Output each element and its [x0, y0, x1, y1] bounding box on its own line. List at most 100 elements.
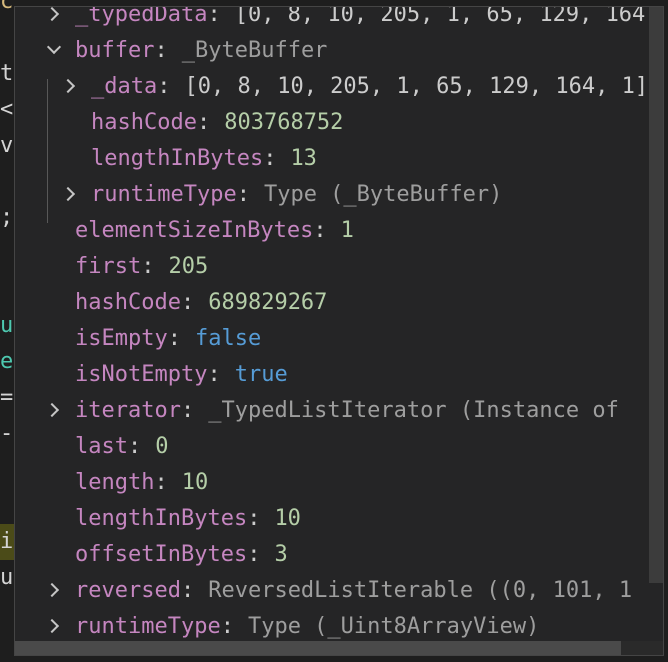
variable-row-typeddata[interactable]: _typedData: [0, 8, 10, 205, 1, 65, 129, 1… — [15, 6, 663, 33]
editor-background-right — [664, 0, 668, 662]
variable-value: [0, 8, 10, 205, 1, 65, 129, 164, 1] — [184, 74, 649, 99]
chevron-right-icon[interactable] — [44, 618, 60, 634]
editor-line-fragment: i — [0, 524, 14, 560]
variable-row-data[interactable]: _data: [0, 8, 10, 205, 1, 65, 129, 164, 1… — [15, 69, 663, 105]
variable-value: ReversedListIterable ((0, 101, 1 — [208, 578, 633, 603]
editor-line-fragment: < — [0, 97, 14, 122]
variable-entry: offsetInBytes: 3 — [75, 537, 288, 573]
separator: : — [196, 110, 211, 135]
variable-entry: hashCode: 689829267 — [75, 285, 327, 321]
editor-line-fragment: - — [0, 421, 14, 446]
separator: : — [247, 506, 261, 531]
variable-entry: isNotEmpty: true — [75, 357, 288, 393]
variable-entry: iterator: _TypedListIterator (Instance of — [75, 393, 619, 429]
separator: : — [207, 362, 221, 387]
separator: : — [141, 254, 155, 279]
variable-name: reversed — [75, 578, 181, 603]
separator: : — [220, 614, 234, 639]
variable-row-buffer[interactable]: buffer: _ByteBuffer — [15, 33, 663, 69]
editor-line-fragment: t — [0, 61, 14, 86]
variable-value: 205 — [168, 254, 209, 279]
variable-value: 0 — [155, 434, 169, 459]
variable-value: 13 — [290, 146, 317, 171]
variable-name: elementSizeInBytes — [75, 218, 314, 243]
editor-line-fragment — [0, 236, 14, 272]
variable-entry: runtimeType: Type (_Uint8ArrayView) — [75, 609, 539, 645]
variable-row-isempty: isEmpty: false — [15, 321, 663, 357]
editor-line-fragment: u — [0, 565, 14, 590]
variable-value: 803768752 — [224, 110, 344, 135]
variable-row-hashcode: hashCode: 803768752 — [15, 105, 663, 141]
variable-value: 10 — [181, 470, 209, 495]
separator: : — [247, 542, 261, 567]
separator: : — [167, 326, 181, 351]
editor-line-fragment: e — [0, 349, 14, 374]
variable-row-last: last: 0 — [15, 429, 663, 465]
chevron-right-icon[interactable] — [44, 7, 60, 22]
variable-entry: length: 10 — [75, 465, 208, 501]
variable-row-iterator[interactable]: iterator: _TypedListIterator (Instance of — [15, 393, 663, 429]
chevron-right-icon[interactable] — [60, 78, 76, 94]
variable-row-isnotempty: isNotEmpty: true — [15, 357, 663, 393]
variable-row-first: first: 205 — [15, 249, 663, 285]
editor-line-fragment: u — [0, 313, 14, 338]
editor-line-fragment: ; — [0, 205, 14, 230]
variable-entry: lengthInBytes: 13 — [91, 141, 317, 177]
variable-entry: first: 205 — [75, 249, 208, 285]
horizontal-scrollbar-track[interactable] — [15, 641, 663, 655]
variable-entry: hashCode: 803768752 — [91, 105, 343, 141]
variable-entry: _typedData: [0, 8, 10, 205, 1, 65, 129, 1… — [75, 6, 663, 33]
variable-name: _data — [91, 74, 158, 99]
variable-row-length: length: 10 — [15, 465, 663, 501]
variable-name: first — [75, 254, 142, 279]
variable-row-elementsizeinbytes: elementSizeInBytes: 1 — [15, 213, 663, 249]
vertical-scrollbar[interactable] — [649, 7, 663, 583]
chevron-right-icon[interactable] — [44, 402, 60, 418]
horizontal-scrollbar-thumb[interactable] — [15, 641, 621, 655]
variable-name: runtimeType — [91, 182, 237, 207]
variable-value: false — [194, 326, 262, 351]
variable-entry: isEmpty: false — [75, 321, 261, 357]
variable-name: hashCode — [91, 110, 197, 135]
variable-name: hashCode — [75, 290, 181, 315]
chevron-right-icon[interactable] — [44, 582, 60, 598]
separator: : — [154, 470, 168, 495]
debug-hover-widget[interactable]: _typedData: [0, 8, 10, 205, 1, 65, 129, 1… — [14, 6, 664, 656]
variable-entry: lengthInBytes: 10 — [75, 501, 301, 537]
editor-line-fragment — [0, 20, 14, 56]
variable-name: lengthInBytes — [91, 146, 264, 171]
variable-name: lengthInBytes — [75, 506, 248, 531]
variable-name: last — [75, 434, 128, 459]
separator: : — [154, 38, 168, 63]
variable-value: _ByteBuffer — [181, 38, 328, 63]
variable-row-reversed[interactable]: reversed: ReversedListIterable ((0, 101, … — [15, 573, 663, 609]
variable-row-runtimetype[interactable]: runtimeType: Type (_ByteBuffer) — [15, 177, 663, 213]
variable-value: Type (_ByteBuffer) — [263, 182, 503, 207]
chevron-right-icon[interactable] — [60, 186, 76, 202]
chevron-down-icon[interactable] — [46, 39, 62, 55]
editor-line-fragment — [0, 272, 14, 308]
separator: : — [236, 182, 250, 207]
variable-row-runtimetype[interactable]: runtimeType: Type (_Uint8ArrayView) — [15, 609, 663, 645]
separator: : — [313, 218, 327, 243]
separator: : — [180, 578, 195, 603]
variable-value: 10 — [274, 506, 301, 531]
variable-name: isEmpty — [75, 326, 168, 351]
variable-entry: last: 0 — [75, 429, 168, 465]
variable-row-offsetinbytes: offsetInBytes: 3 — [15, 537, 663, 573]
separator: : — [207, 6, 221, 27]
editor-background-strip: c t < v; u e = - i u — [0, 0, 14, 662]
variable-value: 689829267 — [208, 290, 328, 315]
variable-value: 3 — [274, 542, 288, 567]
variable-row-hashcode: hashCode: 689829267 — [15, 285, 663, 321]
variable-entry: reversed: ReversedListIterable ((0, 101, … — [75, 573, 632, 609]
variable-entry: buffer: _ByteBuffer — [75, 33, 327, 69]
variable-name: runtimeType — [75, 614, 221, 639]
variable-value: 1 — [340, 218, 354, 243]
editor-line-fragment: = — [0, 385, 14, 410]
variable-row-lengthinbytes: lengthInBytes: 10 — [15, 501, 663, 537]
variable-value: [0, 8, 10, 205, 1, 65, 129, 164, 1] — [234, 6, 663, 27]
editor-line-fragment: v — [0, 133, 14, 158]
variable-row-lengthinbytes: lengthInBytes: 13 — [15, 141, 663, 177]
editor-line-fragment — [0, 596, 14, 632]
